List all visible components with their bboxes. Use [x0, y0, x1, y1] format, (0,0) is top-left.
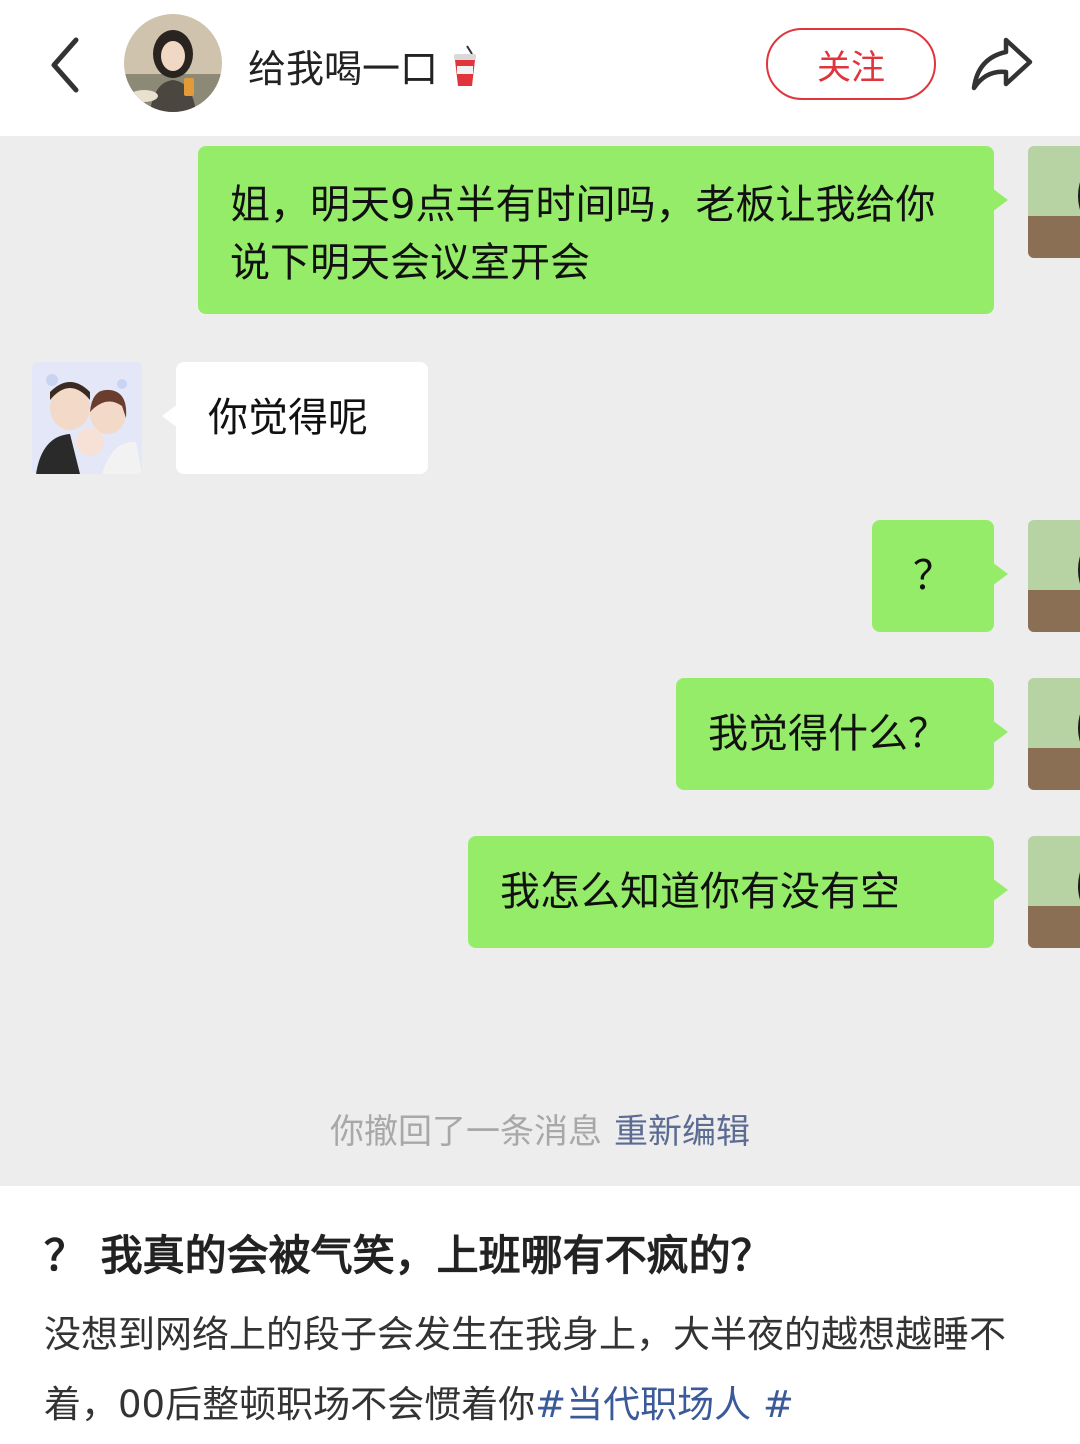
post-title: ？ 我真的会被气笑，上班哪有不疯的？ [44, 1231, 773, 1280]
sender-avatar [1028, 146, 1080, 258]
message-bubble-received: 你觉得呢 [162, 362, 428, 474]
weibo-logo-icon [1024, 1412, 1056, 1436]
message-bubble-sent: ？ [872, 520, 1008, 632]
follow-button[interactable]: 关注 [766, 28, 936, 100]
message-text: 你觉得呢 [208, 395, 368, 441]
recall-notice: 你撤回了一条消息 重新编辑 [0, 1104, 1080, 1153]
message-bubble-sent: 姐，明天9点半有时间吗，老板让我给你说下明天会议室开会 [198, 146, 1008, 314]
recall-notice-text: 你撤回了一条消息 [330, 1112, 602, 1152]
message-text: 我怎么知道你有没有空 [500, 869, 900, 915]
cup-drink-icon [454, 44, 477, 86]
sender-avatar [1028, 520, 1080, 632]
post-body: 没想到网络上的段子会发生在我身上，大半夜的越想越睡不着，00后整顿职场不会惯着你… [44, 1300, 1044, 1440]
watermark [1024, 1406, 1060, 1436]
chevron-left-icon [51, 37, 79, 93]
post-body-text: 没想到网络上的段子会发生在我身上，大半夜的越想越睡不着，00后整顿职场不会惯着你 [44, 1313, 1006, 1426]
top-nav-bar: 给我喝一口 关注 [0, 0, 1080, 136]
receiver-avatar [32, 362, 142, 474]
re-edit-link[interactable]: 重新编辑 [614, 1112, 750, 1152]
author-name[interactable]: 给我喝一口 [248, 38, 480, 93]
message-bubble-sent: 我怎么知道你有没有空 [468, 836, 1008, 948]
message-text: 姐，明天9点半有时间吗，老板让我给你说下明天会议室开会 [230, 182, 936, 286]
message-text: ？ [913, 553, 953, 599]
back-button[interactable] [40, 30, 96, 100]
hashtag-link[interactable]: #当代职场人 # [535, 1383, 794, 1426]
author-avatar[interactable] [124, 14, 222, 112]
message-bubble-sent: 我觉得什么？ [676, 678, 1008, 790]
chat-screenshot: 姐，明天9点半有时间吗，老板让我给你说下明天会议室开会 你觉得呢 ？ 我觉得什么… [0, 136, 1080, 1186]
share-arrow-icon [971, 37, 1033, 91]
sender-avatar [1028, 678, 1080, 790]
message-text: 我觉得什么？ [708, 711, 948, 757]
share-button[interactable] [968, 30, 1036, 98]
author-name-text: 给我喝一口 [248, 47, 439, 91]
sender-avatar [1028, 836, 1080, 948]
